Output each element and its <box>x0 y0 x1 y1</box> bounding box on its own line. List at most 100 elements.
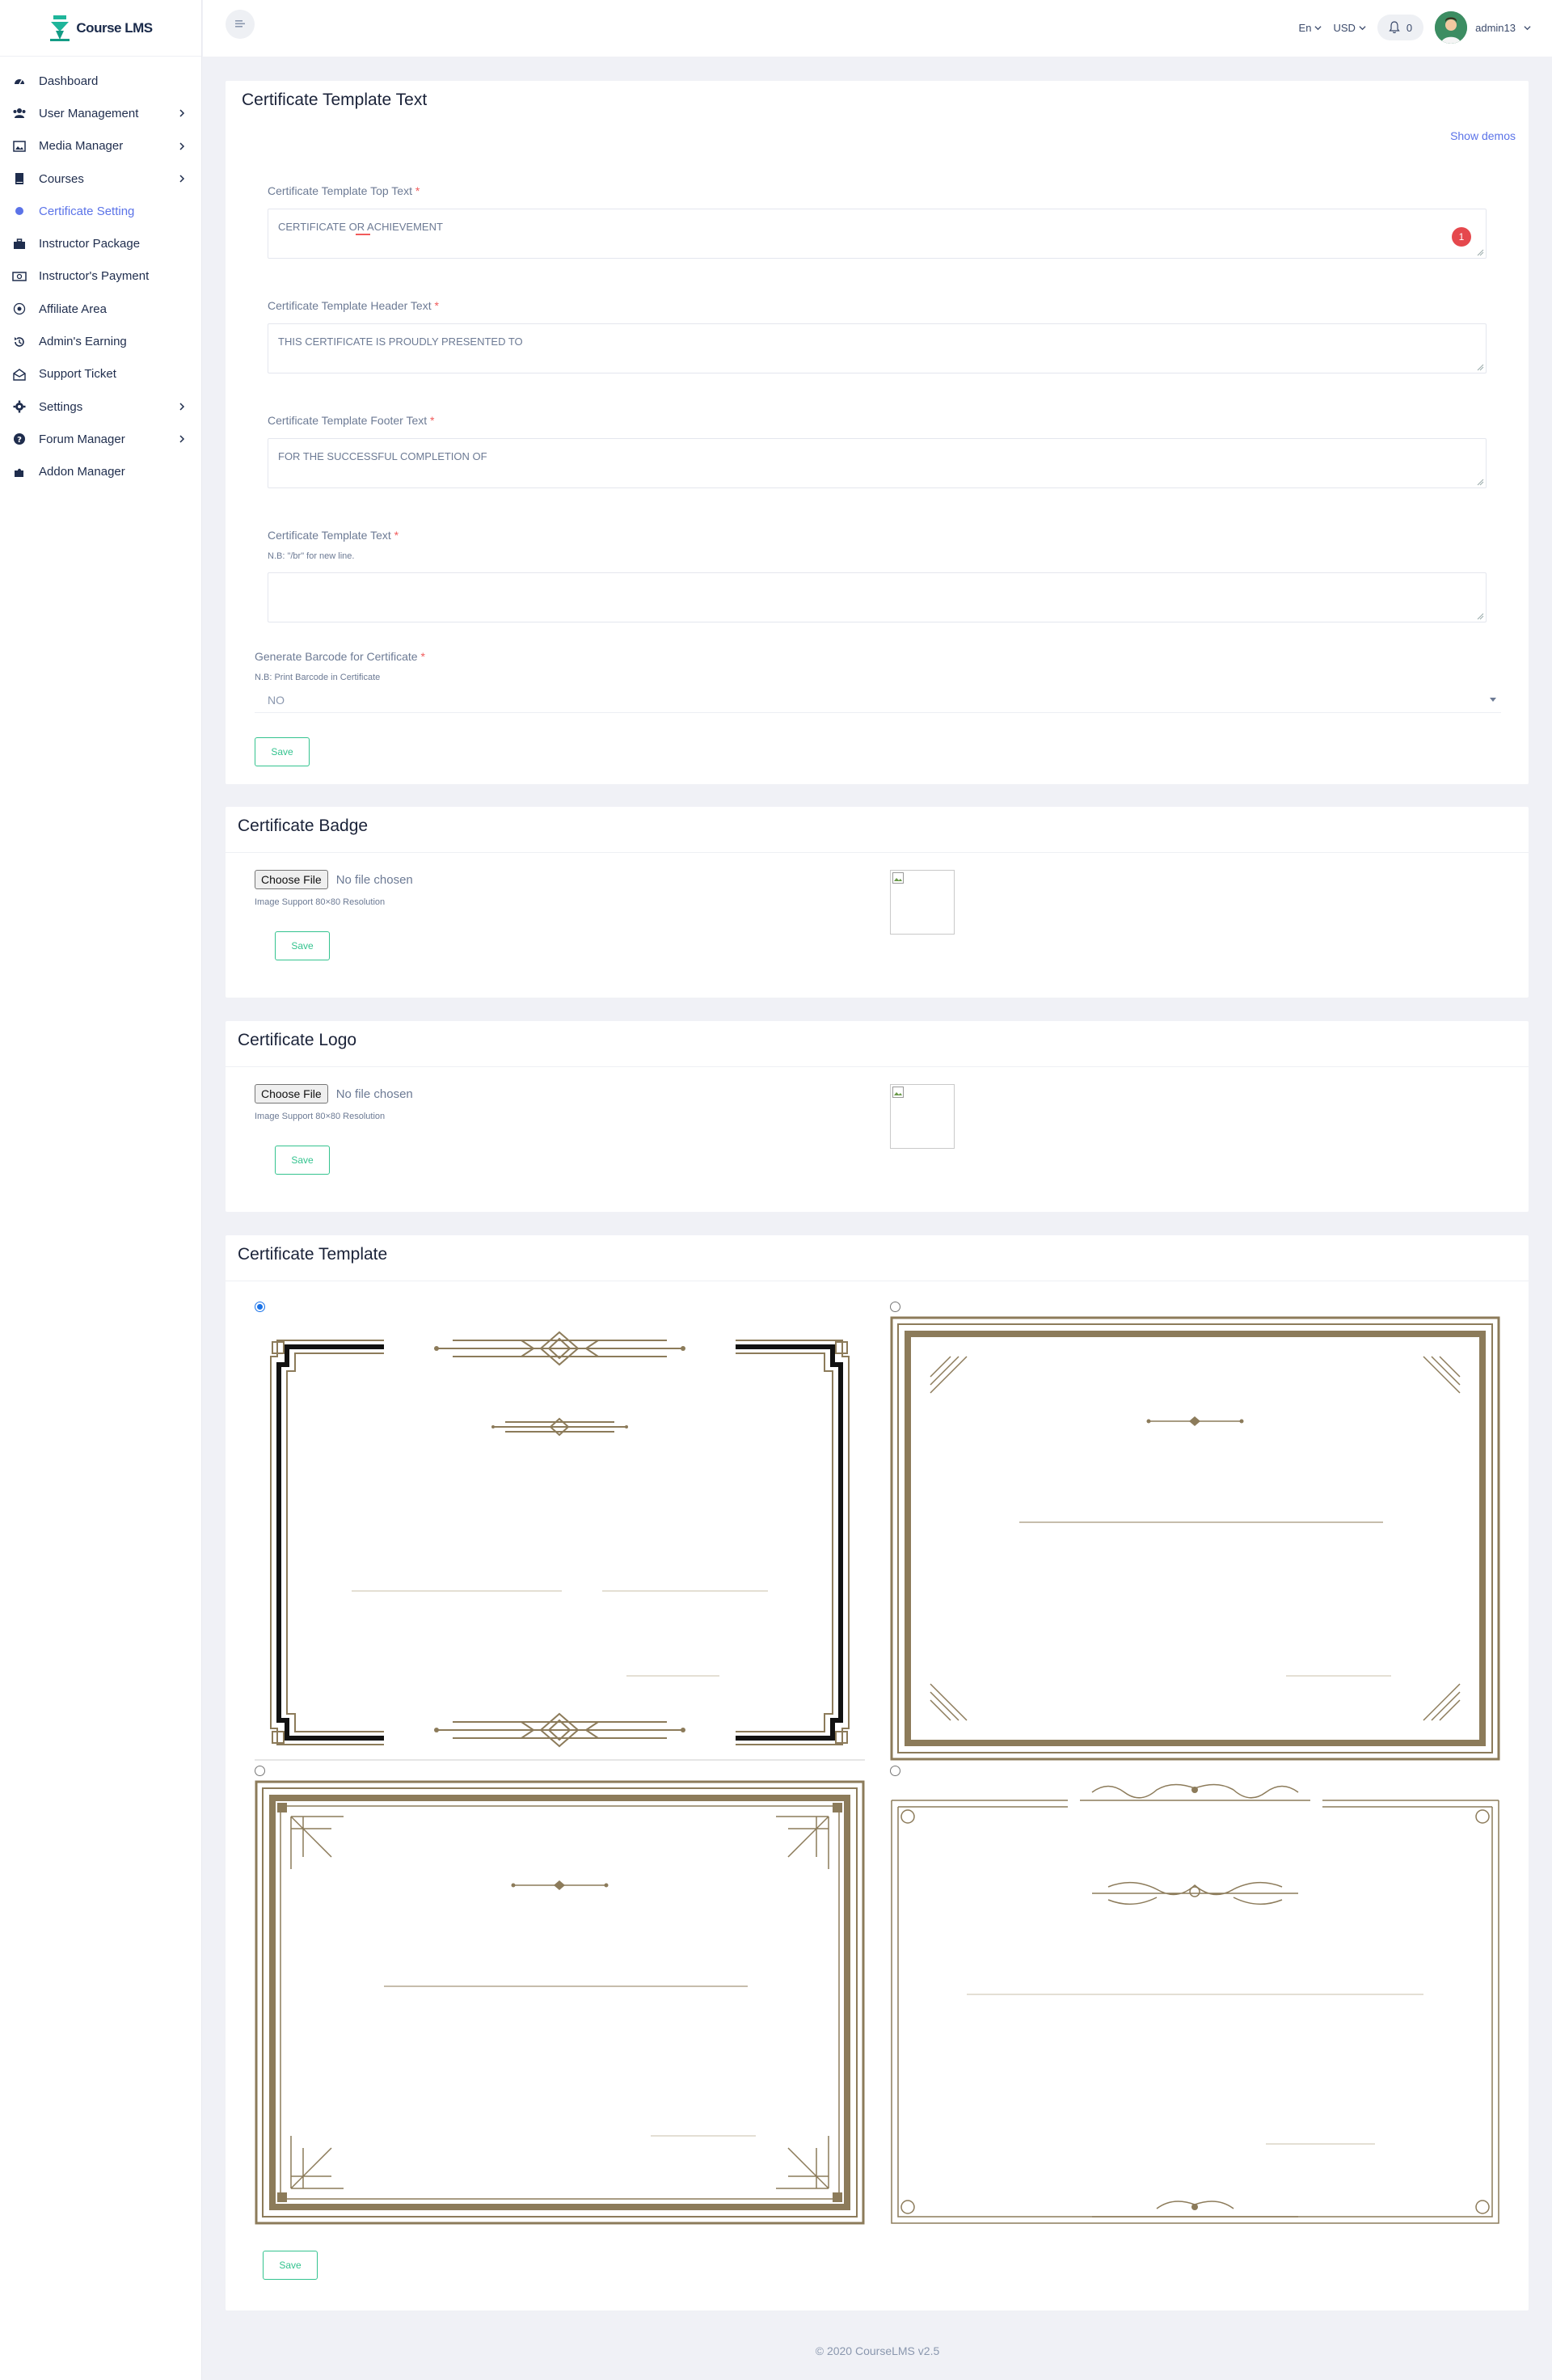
template-text-field[interactable] <box>268 572 1487 622</box>
sidebar-item-instructor-s-payment[interactable]: Instructor's Payment <box>0 260 201 293</box>
save-badge-button[interactable]: Save <box>275 931 330 960</box>
resize-handle-icon[interactable] <box>1476 612 1484 620</box>
sidebar-item-label: Forum Manager <box>39 432 125 446</box>
card-title: Certificate Template <box>238 1245 388 1264</box>
sidebar-item-label: Affiliate Area <box>39 302 107 316</box>
error-badge: 1 <box>1452 227 1471 247</box>
chevron-right-icon <box>179 175 185 183</box>
top-text-field[interactable]: CERTIFICATE OR ACHIEVEMENT 1 <box>268 209 1487 259</box>
save-template-button[interactable]: Save <box>263 2251 318 2280</box>
no-file-text: No file chosen <box>335 872 413 887</box>
header-text-value: THIS CERTIFICATE IS PROUDLY PRESENTED TO <box>278 335 523 348</box>
template-radio-4[interactable] <box>890 1766 900 1776</box>
sidebar-item-media-manager[interactable]: Media Manager <box>0 130 201 162</box>
chevron-down-icon <box>1524 25 1531 30</box>
certificate-template-1[interactable] <box>255 1316 865 1761</box>
certificate-template-2[interactable] <box>890 1316 1500 1761</box>
barcode-value: NO <box>268 694 285 707</box>
logo-preview-image <box>890 1084 955 1149</box>
chevron-right-icon <box>179 403 185 411</box>
certificate-template-3[interactable] <box>255 1780 865 2225</box>
sidebar-item-label: Instructor Package <box>39 237 141 251</box>
sidebar-item-label: Instructor's Payment <box>39 269 150 284</box>
template-text-card: Certificate Template Text Show demos Cer… <box>226 81 1529 784</box>
resize-handle-icon[interactable] <box>1476 478 1484 486</box>
chevron-down-icon <box>1314 25 1322 30</box>
sidebar-item-courses[interactable]: Courses <box>0 162 201 195</box>
gear-icon <box>11 399 27 415</box>
users-icon <box>11 105 27 121</box>
sidebar-item-certificate-setting[interactable]: Certificate Setting <box>0 195 201 227</box>
brand[interactable]: Course LMS <box>0 0 201 57</box>
sidebar-item-settings[interactable]: Settings <box>0 390 201 423</box>
sidebar-item-label: Dashboard <box>39 74 99 88</box>
certificate-template-4[interactable] <box>890 1780 1500 2225</box>
broken-image-icon <box>892 872 904 884</box>
notification-count: 0 <box>1406 21 1413 34</box>
language-label: En <box>1298 21 1312 34</box>
logo-card: Certificate Logo Choose File No file cho… <box>226 1021 1529 1212</box>
template-text-label: Certificate Template Text * <box>268 529 399 542</box>
avatar <box>1435 11 1468 44</box>
sidebar-item-label: Support Ticket <box>39 367 116 382</box>
sidebar-item-label: Admin's Earning <box>39 335 127 349</box>
topbar-right: En USD 0 admin13 <box>1299 11 1531 44</box>
template-card: Certificate Template Save <box>226 1235 1529 2310</box>
book-icon <box>11 171 27 187</box>
question-icon: ? <box>11 431 27 447</box>
badge-preview-image <box>890 870 955 935</box>
user-menu[interactable]: admin13 <box>1435 11 1531 44</box>
save-template-text-button[interactable]: Save <box>255 737 310 766</box>
dashboard-icon <box>11 73 27 89</box>
footer: © 2020 CourseLMS v2.5 <box>815 2344 940 2357</box>
sidebar-item-label: Media Manager <box>39 139 124 154</box>
sidebar-nav: Dashboard User Management Media Manager Cou… <box>0 57 201 488</box>
template-text-note: N.B: "/br" for new line. <box>268 551 355 561</box>
resize-handle-icon[interactable] <box>1476 248 1484 256</box>
choose-file-button[interactable]: Choose File <box>255 1084 328 1103</box>
logo-file-input[interactable]: Choose File No file chosen <box>255 1084 413 1103</box>
logo-icon <box>50 15 70 41</box>
header-text-label: Certificate Template Header Text * <box>268 299 439 312</box>
barcode-select[interactable]: NO <box>255 687 1501 713</box>
menu-toggle-button[interactable] <box>226 10 255 39</box>
top-text-value: CERTIFICATE OR ACHIEVEMENT <box>278 221 443 233</box>
sidebar-item-support-ticket[interactable]: Support Ticket <box>0 358 201 390</box>
notifications-button[interactable]: 0 <box>1377 15 1424 40</box>
sidebar-item-user-management[interactable]: User Management <box>0 97 201 129</box>
currency-dropdown[interactable]: USD <box>1333 21 1366 34</box>
sidebar-item-instructor-package[interactable]: Instructor Package <box>0 227 201 260</box>
username: admin13 <box>1475 21 1516 34</box>
envelope-open-icon <box>11 366 27 382</box>
top-text-label: Certificate Template Top Text * <box>268 184 420 197</box>
currency-label: USD <box>1333 21 1356 34</box>
sidebar-item-forum-manager[interactable]: ? Forum Manager <box>0 423 201 455</box>
save-logo-button[interactable]: Save <box>275 1146 330 1175</box>
caret-down-icon <box>1490 698 1496 702</box>
header-text-field[interactable]: THIS CERTIFICATE IS PROUDLY PRESENTED TO <box>268 323 1487 373</box>
language-dropdown[interactable]: En <box>1299 22 1322 34</box>
badge-file-input[interactable]: Choose File No file chosen <box>255 870 413 889</box>
target-icon <box>11 301 27 317</box>
image-icon <box>11 138 27 154</box>
template-radio-3[interactable] <box>255 1766 265 1776</box>
sidebar-item-affiliate-area[interactable]: Affiliate Area <box>0 293 201 325</box>
sidebar-item-dashboard[interactable]: Dashboard <box>0 65 201 97</box>
footer-text-field[interactable]: FOR THE SUCCESSFUL COMPLETION OF <box>268 438 1487 488</box>
choose-file-button[interactable]: Choose File <box>255 870 328 889</box>
menu-icon <box>235 20 245 27</box>
sidebar-item-admin-s-earning[interactable]: Admin's Earning <box>0 325 201 357</box>
badge-card: Certificate Badge Choose File No file ch… <box>226 807 1529 998</box>
barcode-note: N.B: Print Barcode in Certificate <box>255 673 381 682</box>
chevron-down-icon <box>1359 25 1366 30</box>
chevron-right-icon <box>179 142 185 150</box>
chevron-right-icon <box>179 435 185 443</box>
template-radio-1[interactable] <box>255 1302 265 1312</box>
card-title: Certificate Badge <box>238 817 369 835</box>
sidebar-item-addon-manager[interactable]: Addon Manager <box>0 456 201 488</box>
resize-handle-icon[interactable] <box>1476 363 1484 371</box>
footer-text-label: Certificate Template Footer Text * <box>268 414 435 427</box>
sidebar-item-label: Addon Manager <box>39 465 125 479</box>
show-demos-link[interactable]: Show demos <box>1450 129 1516 142</box>
template-radio-2[interactable] <box>890 1302 900 1312</box>
